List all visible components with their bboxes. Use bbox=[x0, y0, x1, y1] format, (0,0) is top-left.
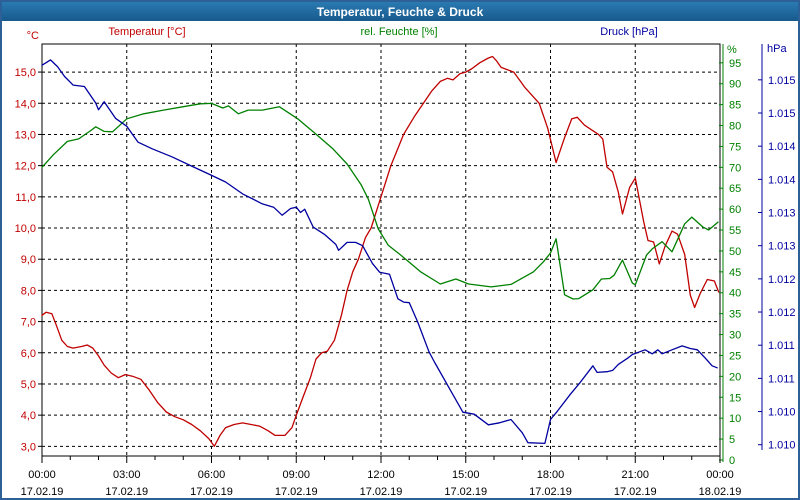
humidity-tick-label: 60 bbox=[729, 204, 741, 216]
x-date-label: 17.02.19 bbox=[275, 486, 318, 498]
pressure-tick-label: 1.012 bbox=[768, 274, 796, 286]
pressure-tick-label: 1.014 bbox=[768, 174, 796, 186]
humidity-tick-label: 65 bbox=[729, 183, 741, 195]
humidity-unit-label: % bbox=[727, 44, 737, 56]
temp-unit-label: °C bbox=[27, 30, 39, 42]
humidity-tick-label: 30 bbox=[729, 330, 741, 342]
series-pres-line bbox=[41, 59, 718, 445]
temp-tick-label: 11,0 bbox=[15, 192, 36, 204]
pressure-tick-label: 1.011 bbox=[768, 373, 795, 385]
pressure-tick-label: 1.015 bbox=[768, 108, 796, 120]
x-date-label: 17.02.19 bbox=[21, 486, 64, 498]
humidity-tick-label: 55 bbox=[729, 225, 741, 237]
temp-tick-label: 13,0 bbox=[15, 129, 36, 141]
pressure-tick-label: 1.010 bbox=[768, 440, 796, 452]
humidity-tick-label: 25 bbox=[729, 350, 741, 362]
x-time-label: 03:00 bbox=[113, 469, 141, 481]
temp-tick-label: 5,0 bbox=[21, 379, 36, 391]
humidity-tick-label: 95 bbox=[729, 58, 741, 70]
pressure-tick-label: 1.011 bbox=[768, 340, 795, 352]
temp-tick-label: 15,0 bbox=[15, 67, 36, 79]
temp-tick-label: 14,0 bbox=[15, 98, 36, 110]
pressure-tick-label: 1.010 bbox=[768, 407, 796, 419]
humidity-tick-label: 10 bbox=[729, 413, 741, 425]
humidity-tick-label: 45 bbox=[729, 267, 741, 279]
temp-tick-label: 12,0 bbox=[15, 161, 36, 173]
humidity-tick-label: 80 bbox=[729, 121, 741, 133]
x-date-label: 17.02.19 bbox=[529, 486, 572, 498]
x-date-label: 17.02.19 bbox=[360, 486, 403, 498]
x-time-label: 09:00 bbox=[282, 469, 310, 481]
humidity-tick-label: 20 bbox=[729, 371, 741, 383]
humidity-tick-label: 70 bbox=[729, 162, 741, 174]
humidity-tick-label: 15 bbox=[729, 392, 741, 404]
temp-tick-label: 6,0 bbox=[21, 348, 36, 360]
x-time-label: 15:00 bbox=[452, 469, 480, 481]
x-date-label: 17.02.19 bbox=[190, 486, 233, 498]
pressure-tick-label: 1.015 bbox=[768, 75, 796, 87]
pressure-tick-label: 1.013 bbox=[768, 208, 796, 220]
humidity-tick-label: 0 bbox=[729, 455, 735, 467]
chart-canvas: 15,0 14,0 13,0 12,0 11,0 10,0 9,0 8,0 7,0 6,0 5,0 4… bbox=[15, 30, 796, 498]
x-date-label: 17.02.19 bbox=[614, 486, 657, 498]
temp-tick-label: 10,0 bbox=[15, 223, 36, 235]
temp-tick-label: 7,0 bbox=[21, 317, 36, 329]
humidity-tick-label: 5 bbox=[729, 434, 735, 446]
pressure-tick-label: 1.013 bbox=[768, 241, 796, 253]
x-date-label: 18.02.19 bbox=[699, 486, 742, 498]
pressure-tick-label: 1.012 bbox=[768, 307, 796, 319]
humidity-tick-label: 50 bbox=[729, 246, 741, 258]
series-temp-line bbox=[41, 55, 720, 447]
humidity-tick-label: 35 bbox=[729, 309, 741, 321]
humidity-tick-label: 90 bbox=[729, 79, 741, 91]
humidity-tick-label: 40 bbox=[729, 288, 741, 300]
app-window: Temperatur, Feuchte & Druck Temperatur [… bbox=[0, 0, 800, 500]
temp-tick-label: 4,0 bbox=[21, 410, 36, 422]
x-time-label: 21:00 bbox=[621, 469, 649, 481]
x-time-label: 06:00 bbox=[198, 469, 226, 481]
pressure-unit-label: hPa bbox=[767, 43, 787, 55]
humidity-tick-label: 75 bbox=[729, 141, 741, 153]
x-time-label: 18:00 bbox=[537, 469, 565, 481]
temp-tick-label: 3,0 bbox=[21, 441, 36, 453]
pressure-tick-label: 1.014 bbox=[768, 141, 796, 153]
x-date-label: 17.02.19 bbox=[105, 486, 148, 498]
x-date-label: 17.02.19 bbox=[444, 486, 487, 498]
x-time-label: 00:00 bbox=[706, 469, 734, 481]
x-time-label: 00:00 bbox=[28, 469, 56, 481]
x-time-label: 12:00 bbox=[367, 469, 395, 481]
temp-tick-label: 9,0 bbox=[21, 254, 36, 266]
temp-tick-label: 8,0 bbox=[21, 285, 36, 297]
humidity-tick-label: 85 bbox=[729, 100, 741, 112]
